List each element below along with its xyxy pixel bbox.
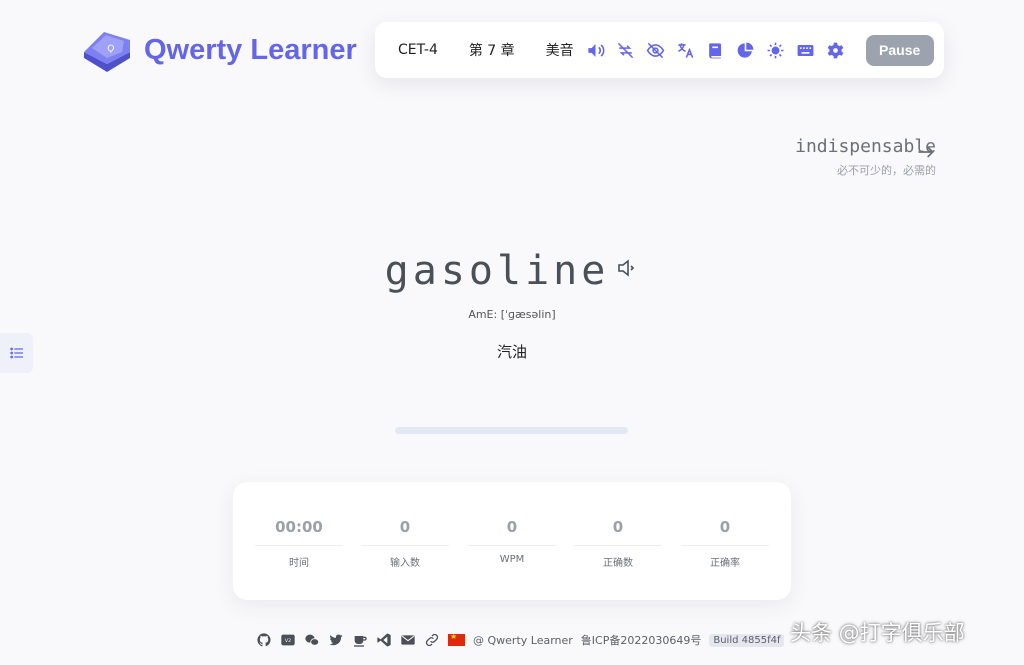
coffee-icon[interactable] [352, 632, 368, 648]
stat-label: 输入数 [390, 558, 420, 569]
watermark: 头条 @打字俱乐部 [790, 621, 965, 645]
app-title: Qwerty Learner [144, 33, 357, 66]
pause-button[interactable]: Pause [865, 34, 934, 66]
footer-icp[interactable]: 鲁ICP备2022030649号 [581, 632, 702, 648]
divider [681, 545, 769, 546]
arrow-right-icon[interactable] [916, 142, 936, 162]
stats-panel: 00:00 时间 0 输入数 0 WPM 0 正确数 0 正确率 [233, 482, 791, 600]
speaker-icon[interactable] [586, 41, 605, 60]
svg-text:V2: V2 [285, 638, 291, 644]
stat-value: 0 [719, 518, 731, 536]
stat-value: 0 [506, 518, 518, 536]
loop-off-icon[interactable] [616, 41, 635, 60]
stat-label: 正确率 [710, 558, 740, 569]
twitter-icon[interactable] [328, 632, 344, 648]
divider [468, 545, 556, 546]
footer-credit[interactable]: @ Qwerty Learner [473, 634, 573, 647]
pie-chart-icon[interactable] [736, 41, 755, 60]
build-badge: Build 4855f4f [709, 633, 785, 647]
wechat-icon[interactable] [304, 632, 320, 648]
current-word[interactable]: gasoline [385, 248, 610, 294]
toolbar: CET-4 第 7 章 美音 Pause [375, 22, 944, 78]
stat-value: 0 [399, 518, 411, 536]
gear-icon[interactable] [826, 41, 845, 60]
chapter-selector[interactable]: 第 7 章 [469, 40, 515, 60]
phonetic: AmE: [ˈɡæsəlin] [468, 308, 556, 321]
logo[interactable]: Q Qwerty Learner [80, 26, 357, 74]
eye-off-icon[interactable] [646, 41, 665, 60]
stat-label: 正确数 [603, 558, 633, 569]
keycap-logo-icon: Q [84, 32, 130, 72]
word-area: gasoline [0, 248, 1024, 294]
pronunciation-selector[interactable]: 美音 [546, 40, 574, 60]
word-speaker-icon[interactable] [615, 256, 639, 280]
divider [255, 545, 343, 546]
divider [361, 545, 449, 546]
stat-label: WPM [499, 554, 525, 565]
china-flag-icon[interactable] [448, 632, 465, 646]
stat-input-count: 0 输入数 [361, 518, 449, 569]
stat-value: 0 [612, 518, 624, 536]
book-icon[interactable] [706, 41, 725, 60]
stat-value: 00:00 [275, 518, 323, 536]
github-icon[interactable] [256, 632, 272, 648]
divider [574, 545, 662, 546]
next-word[interactable]: indispensable 必不可少的，必需的 [795, 136, 936, 178]
translation: 汽油 [496, 343, 527, 361]
dict-selector[interactable]: CET-4 [398, 42, 438, 58]
link-icon[interactable] [424, 632, 440, 648]
stat-accuracy: 0 正确率 [681, 518, 769, 569]
vscode-icon[interactable] [376, 632, 392, 648]
next-word-translation: 必不可少的，必需的 [837, 164, 936, 177]
translate-icon[interactable] [676, 41, 695, 60]
progress-bar [395, 427, 628, 434]
stat-time: 00:00 时间 [255, 518, 343, 569]
stat-correct-count: 0 正确数 [574, 518, 662, 569]
sun-icon[interactable] [766, 41, 785, 60]
keyboard-icon[interactable] [796, 41, 815, 60]
mail-icon[interactable] [400, 632, 416, 648]
stat-label: 时间 [289, 558, 309, 569]
next-word-text: indispensable [795, 136, 936, 157]
footer: V2 @ Qwerty Learner 鲁ICP备2022030649号 Bui… [256, 631, 785, 649]
stat-wpm: 0 WPM [468, 518, 556, 565]
v2ex-icon[interactable]: V2 [280, 632, 296, 648]
